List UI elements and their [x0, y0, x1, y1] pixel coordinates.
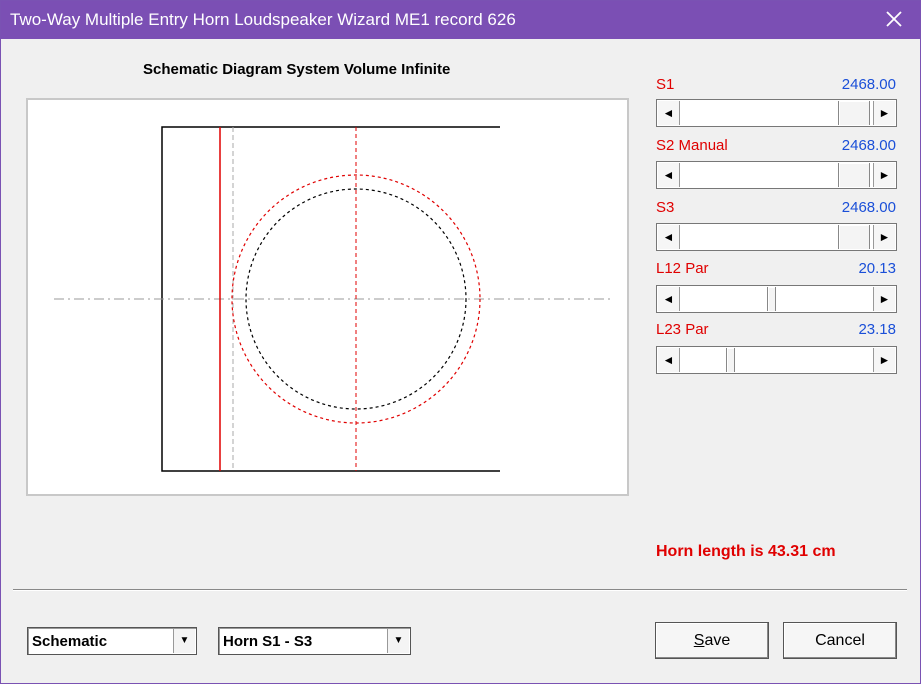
view-select[interactable]: Schematic ▼ — [27, 627, 197, 655]
scroll-right-icon[interactable]: ► — [873, 163, 895, 187]
range-select[interactable]: Horn S1 - S3 ▼ — [218, 627, 411, 655]
scroll-thumb[interactable] — [838, 163, 870, 187]
s3-scrollbar[interactable]: ◄ ► — [656, 223, 897, 251]
param-label: L23 Par — [656, 321, 709, 338]
param-label: L12 Par — [656, 260, 709, 277]
param-value: 2468.00 — [841, 76, 896, 93]
save-label: ave — [704, 632, 731, 649]
close-icon[interactable] — [882, 7, 906, 31]
scroll-left-icon[interactable]: ◄ — [658, 348, 680, 372]
l23-scrollbar[interactable]: ◄ ► — [656, 346, 897, 374]
scroll-left-icon[interactable]: ◄ — [658, 101, 680, 125]
schematic-drawing — [54, 126, 610, 472]
scroll-right-icon[interactable]: ► — [873, 101, 895, 125]
param-label: S1 — [656, 76, 675, 93]
s2-scrollbar[interactable]: ◄ ► — [656, 161, 897, 189]
param-label: S2 Manual — [656, 137, 728, 154]
cancel-button[interactable]: Cancel — [783, 622, 897, 659]
param-value: 23.18 — [858, 321, 896, 338]
range-select-value: Horn S1 - S3 — [223, 633, 313, 650]
chevron-down-icon[interactable]: ▼ — [387, 629, 409, 653]
save-accelerator: S — [693, 632, 705, 649]
param-value: 20.13 — [858, 260, 896, 277]
scroll-right-icon[interactable]: ► — [873, 348, 895, 372]
l12-scrollbar[interactable]: ◄ ► — [656, 285, 897, 313]
scroll-right-icon[interactable]: ► — [873, 287, 895, 311]
window-title: Two-Way Multiple Entry Horn Loudspeaker … — [10, 10, 516, 29]
s1-scrollbar[interactable]: ◄ ► — [656, 99, 897, 127]
divider — [13, 589, 907, 591]
param-value: 2468.00 — [841, 137, 896, 154]
scroll-thumb[interactable] — [726, 348, 735, 372]
scroll-thumb[interactable] — [767, 287, 776, 311]
scroll-thumb[interactable] — [838, 225, 870, 249]
scroll-right-icon[interactable]: ► — [873, 225, 895, 249]
wizard-window: Two-Way Multiple Entry Horn Loudspeaker … — [0, 0, 921, 684]
scroll-left-icon[interactable]: ◄ — [658, 287, 680, 311]
schematic-diagram — [26, 98, 629, 496]
scroll-thumb[interactable] — [838, 101, 870, 125]
scroll-left-icon[interactable]: ◄ — [658, 163, 680, 187]
diagram-title: Schematic Diagram System Volume Infinite — [143, 61, 451, 78]
horn-length-status: Horn length is 43.31 cm — [656, 543, 836, 560]
title-bar[interactable]: Two-Way Multiple Entry Horn Loudspeaker … — [1, 1, 920, 39]
param-value: 2468.00 — [841, 199, 896, 216]
param-label: S3 — [656, 199, 675, 216]
chevron-down-icon[interactable]: ▼ — [173, 629, 195, 653]
scroll-left-icon[interactable]: ◄ — [658, 225, 680, 249]
save-button[interactable]: Save — [655, 622, 769, 659]
view-select-value: Schematic — [32, 633, 108, 650]
